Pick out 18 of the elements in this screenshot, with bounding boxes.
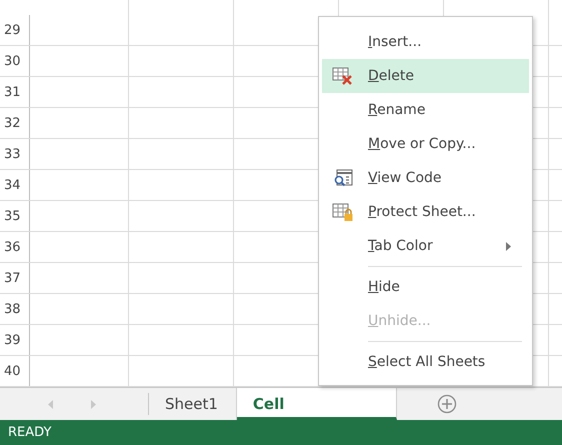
protect-sheet-icon [332, 202, 354, 222]
menu-item[interactable]: Hide [322, 270, 529, 304]
menu-item[interactable]: Select All Sheets [322, 345, 529, 379]
add-sheet-icon[interactable] [436, 394, 457, 414]
menu-item[interactable]: Delete [322, 59, 529, 93]
delete-sheet-icon [332, 67, 354, 85]
menu-item[interactable]: View Code [322, 161, 529, 195]
menu-item[interactable]: Insert... [322, 25, 529, 59]
menu-item[interactable]: Protect Sheet... [322, 195, 529, 229]
view-code-icon [333, 169, 353, 187]
sheet-tab[interactable]: Cell [236, 388, 397, 420]
scroll-right-icon[interactable] [90, 400, 96, 408]
menu-item[interactable]: Tab Color [322, 229, 529, 263]
submenu-arrow-icon [506, 242, 511, 250]
status-text: READY [8, 425, 52, 440]
menu-item[interactable]: Move or Copy... [322, 127, 529, 161]
menu-item[interactable]: Rename [322, 93, 529, 127]
scroll-left-icon[interactable] [48, 400, 54, 408]
